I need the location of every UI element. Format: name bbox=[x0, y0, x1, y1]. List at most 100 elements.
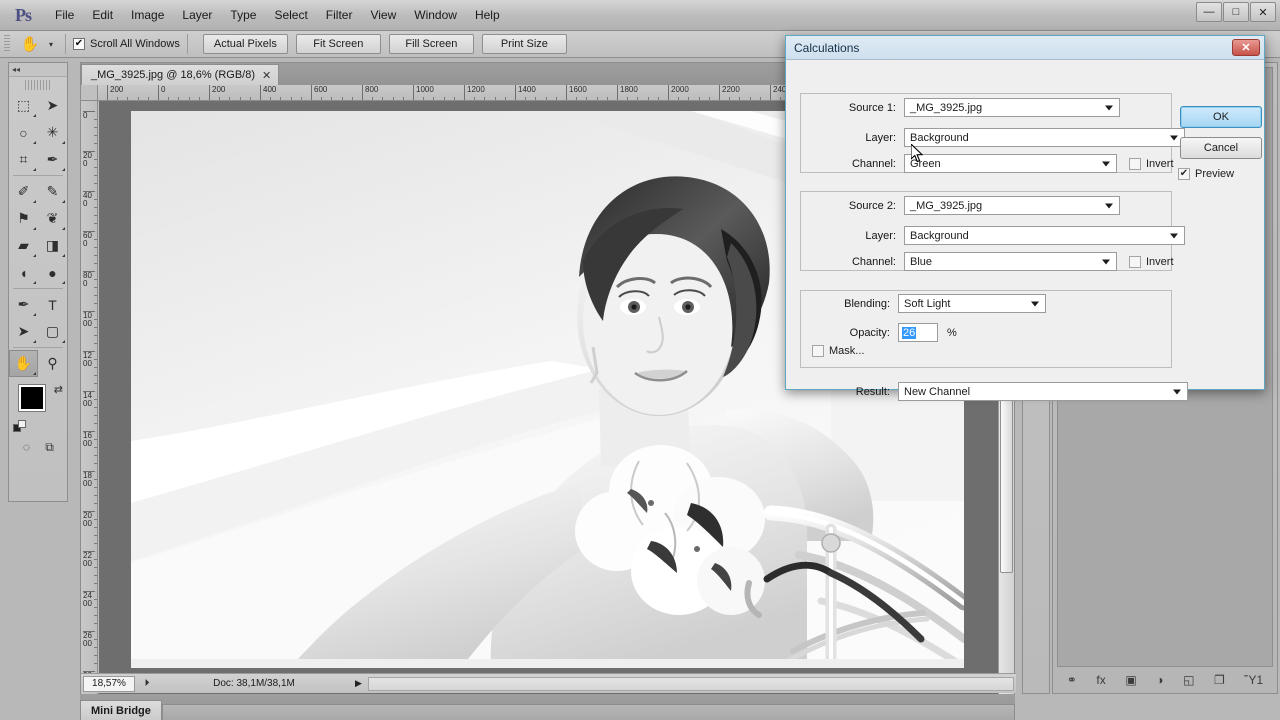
checkbox-box-icon bbox=[1129, 158, 1141, 170]
ruler-v-tick bbox=[94, 463, 97, 464]
menu-layer[interactable]: Layer bbox=[173, 4, 221, 26]
ruler-h-tick bbox=[168, 97, 169, 100]
source1-layer-select[interactable]: Background bbox=[904, 128, 1185, 147]
swap-colors-icon[interactable]: ⇄ bbox=[54, 383, 63, 396]
new-group-icon[interactable]: ◱ bbox=[1183, 673, 1194, 687]
ruler-v-tick bbox=[94, 335, 97, 336]
tool-dodge[interactable]: ● bbox=[38, 259, 67, 286]
tool-clone-stamp[interactable]: ⚑ bbox=[9, 205, 38, 232]
tool-magic-wand[interactable]: ✳ bbox=[38, 119, 67, 146]
screen-mode-icon[interactable]: ⧉ bbox=[39, 439, 61, 455]
dialog-title-bar[interactable]: Calculations ✕ bbox=[786, 36, 1264, 60]
new-layer-icon[interactable]: ❐ bbox=[1214, 673, 1225, 687]
maximize-button[interactable]: □ bbox=[1223, 2, 1249, 22]
ruler-v-tick bbox=[94, 479, 97, 480]
tool-spot-healing-brush[interactable]: ✐ bbox=[9, 178, 38, 205]
menu-help[interactable]: Help bbox=[466, 4, 509, 26]
ruler-h-tick bbox=[280, 97, 281, 100]
flyout-corner-icon bbox=[33, 281, 36, 284]
tool-preset-chevron-down-icon[interactable]: ▾ bbox=[44, 40, 58, 49]
link-layers-icon[interactable]: ⚭ bbox=[1067, 673, 1077, 687]
menu-edit[interactable]: Edit bbox=[83, 4, 122, 26]
fill-screen-button[interactable]: Fill Screen bbox=[389, 34, 474, 54]
flyout-corner-icon bbox=[62, 227, 65, 230]
menu-type[interactable]: Type bbox=[221, 4, 265, 26]
foreground-color-swatch[interactable] bbox=[19, 385, 45, 411]
menu-select[interactable]: Select bbox=[265, 4, 316, 26]
history-brush-tool-icon: ❦ bbox=[47, 210, 59, 227]
source1-select[interactable]: _MG_3925.jpg bbox=[904, 98, 1120, 117]
vertical-ruler[interactable]: 0200400600800100012001400160018002000220… bbox=[81, 101, 98, 695]
opacity-input[interactable]: 26 bbox=[898, 323, 938, 342]
status-menu-arrow-icon[interactable]: ▶ bbox=[349, 678, 368, 689]
layer-style-fx-icon[interactable]: fx bbox=[1096, 673, 1105, 687]
actual-pixels-button[interactable]: Actual Pixels bbox=[203, 34, 288, 54]
mini-bridge-tab[interactable]: Mini Bridge bbox=[80, 700, 162, 720]
cancel-button[interactable]: Cancel bbox=[1180, 137, 1262, 159]
document-thumbnail-icon[interactable]: ⏵ bbox=[135, 678, 159, 689]
mini-bridge-filler bbox=[162, 704, 1015, 720]
color-swatches: ⇄ bbox=[9, 383, 67, 435]
tool-brush[interactable]: ✎ bbox=[38, 178, 67, 205]
chevron-down-icon bbox=[1105, 105, 1113, 110]
tool-type[interactable]: T bbox=[38, 291, 67, 318]
tool-blur[interactable]: ◖ bbox=[9, 259, 38, 286]
tools-divider-3 bbox=[13, 347, 63, 348]
ruler-h-tick bbox=[525, 97, 526, 100]
tools-panel-grip[interactable] bbox=[25, 80, 51, 90]
tools-panel-collapse[interactable]: ◂◂ bbox=[9, 63, 67, 77]
source2-select[interactable]: _MG_3925.jpg bbox=[904, 196, 1120, 215]
add-layer-mask-icon[interactable]: ▣ bbox=[1125, 673, 1136, 687]
fit-screen-button[interactable]: Fit Screen bbox=[296, 34, 381, 54]
minimize-button[interactable]: — bbox=[1196, 2, 1222, 22]
ruler-h-tick bbox=[627, 97, 628, 100]
menu-view[interactable]: View bbox=[361, 4, 405, 26]
tool-lasso[interactable]: ○ bbox=[9, 119, 38, 146]
flyout-corner-icon bbox=[62, 200, 65, 203]
tool-history-brush[interactable]: ❦ bbox=[38, 205, 67, 232]
source2-channel-select[interactable]: Blue bbox=[904, 252, 1117, 271]
source1-channel-select[interactable]: Green bbox=[904, 154, 1117, 173]
document-tab-close-icon[interactable]: ✕ bbox=[262, 69, 271, 82]
tool-pen[interactable]: ✒ bbox=[9, 291, 38, 318]
zoom-level-field[interactable]: 18,57% bbox=[83, 676, 135, 692]
source2-invert-checkbox[interactable]: Invert bbox=[1129, 256, 1174, 268]
tool-hand[interactable]: ✋ bbox=[9, 350, 38, 377]
checkbox-check-icon: ✔ bbox=[1178, 168, 1190, 180]
menu-filter[interactable]: Filter bbox=[317, 4, 362, 26]
scroll-all-windows-checkbox[interactable]: ✔ Scroll All Windows bbox=[73, 38, 180, 50]
eyedropper-tool-icon: ✒ bbox=[47, 151, 59, 168]
menu-image[interactable]: Image bbox=[122, 4, 173, 26]
options-bar-grip[interactable] bbox=[4, 35, 10, 53]
tool-path-selection[interactable]: ➤ bbox=[9, 318, 38, 345]
tool-rectangular-marquee[interactable]: ⬚ bbox=[9, 92, 38, 119]
ruler-v-tick bbox=[94, 599, 97, 600]
ruler-v-tick bbox=[94, 439, 97, 440]
tool-move[interactable]: ➤ bbox=[38, 92, 67, 119]
tool-gradient[interactable]: ◨ bbox=[38, 232, 67, 259]
default-colors-icon[interactable] bbox=[13, 420, 26, 433]
source2-layer-select[interactable]: Background bbox=[904, 226, 1185, 245]
document-tab[interactable]: _MG_3925.jpg @ 18,6% (RGB/8) ✕ bbox=[81, 64, 279, 85]
tool-rounded-rectangle[interactable]: ▢ bbox=[38, 318, 67, 345]
document-tab-title: _MG_3925.jpg @ 18,6% (RGB/8) bbox=[91, 69, 255, 81]
delete-layer-icon[interactable]: Ὕ1 bbox=[1244, 673, 1263, 687]
menu-window[interactable]: Window bbox=[405, 4, 466, 26]
dialog-close-button[interactable]: ✕ bbox=[1232, 39, 1260, 56]
preview-checkbox[interactable]: ✔ Preview bbox=[1178, 168, 1234, 180]
print-size-button[interactable]: Print Size bbox=[482, 34, 567, 54]
quick-mask-icon[interactable]: ◌ bbox=[16, 439, 38, 455]
source1-invert-checkbox[interactable]: Invert bbox=[1129, 158, 1174, 170]
menu-file[interactable]: File bbox=[46, 4, 83, 26]
tool-eraser[interactable]: ▰ bbox=[9, 232, 38, 259]
tool-zoom[interactable]: ⚲ bbox=[38, 350, 67, 377]
result-select[interactable]: New Channel bbox=[898, 382, 1188, 401]
close-button[interactable]: ✕ bbox=[1250, 2, 1276, 22]
ok-button[interactable]: OK bbox=[1180, 106, 1262, 128]
tool-eyedropper[interactable]: ✒ bbox=[38, 146, 67, 173]
mask-checkbox[interactable]: Mask... bbox=[812, 345, 864, 357]
ruler-v-tick bbox=[94, 127, 97, 128]
tool-crop[interactable]: ⌗ bbox=[9, 146, 38, 173]
blending-mode-select[interactable]: Soft Light bbox=[898, 294, 1046, 313]
adjustment-layer-icon[interactable]: ◑ bbox=[1156, 673, 1163, 687]
